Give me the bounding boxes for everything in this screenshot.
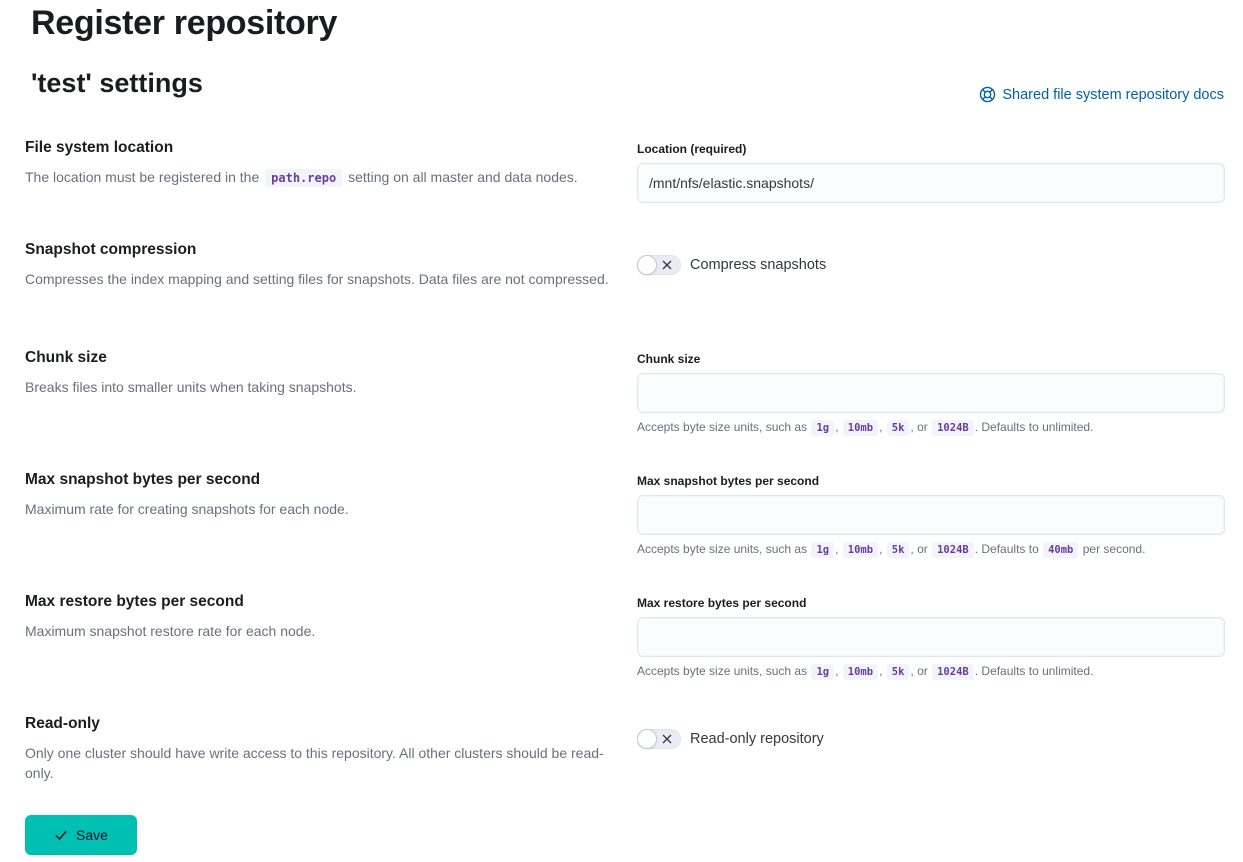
compress-snapshots-switch[interactable] — [637, 255, 681, 275]
help-or: , or — [910, 420, 928, 434]
cross-icon — [662, 734, 672, 744]
switch-knob — [637, 729, 657, 749]
switch-knob — [637, 255, 657, 275]
location-desc-after: setting on all master and data nodes. — [348, 169, 578, 185]
check-icon — [55, 831, 67, 841]
max-snapshot-description: Maximum rate for creating snapshots for … — [25, 501, 349, 517]
max-snapshot-title: Max snapshot bytes per second — [25, 471, 261, 488]
readonly-label: Read-only repository — [690, 731, 824, 747]
unit-code: 1g — [811, 664, 835, 680]
unit-code: 1024B — [932, 542, 974, 558]
compress-snapshots-toggle[interactable]: Compress snapshots — [637, 255, 1225, 275]
max-snapshot-help: Accepts byte size units, such as 1g, 10m… — [637, 541, 1225, 558]
location-title: File system location — [25, 139, 174, 156]
help-or: , or — [910, 664, 928, 678]
unit-code: 1g — [811, 420, 835, 436]
location-label: Location (required) — [637, 142, 747, 156]
help-lifebuoy-icon — [980, 86, 996, 103]
help-or: , or — [910, 542, 928, 556]
max-restore-title: Max restore bytes per second — [25, 593, 244, 610]
max-restore-help: Accepts byte size units, such as 1g, 10m… — [637, 663, 1225, 680]
unit-code: 5k — [886, 420, 910, 436]
save-button[interactable]: Save — [25, 815, 137, 855]
help-sep: , — [879, 420, 883, 434]
readonly-description: Only one cluster should have write acces… — [25, 745, 604, 781]
help-mid: . Defaults to — [974, 542, 1039, 556]
unit-code: 5k — [886, 664, 910, 680]
path-repo-code: path.repo — [265, 169, 343, 187]
help-prefix: Accepts byte size units, such as — [637, 420, 808, 434]
chunk-size-help: Accepts byte size units, such as 1g, 10m… — [637, 419, 1225, 436]
max-restore-description: Maximum snapshot restore rate for each n… — [25, 623, 316, 639]
location-desc-before: The location must be registered in the — [25, 169, 260, 185]
readonly-title: Read-only — [25, 715, 100, 732]
compression-description: Compresses the index mapping and setting… — [25, 271, 609, 287]
save-button-label: Save — [76, 827, 108, 843]
max-snapshot-input[interactable] — [637, 495, 1225, 535]
docs-link[interactable]: Shared file system repository docs — [979, 86, 1224, 103]
location-input[interactable] — [637, 163, 1225, 203]
help-prefix: Accepts byte size units, such as — [637, 664, 808, 678]
unit-code: 1024B — [932, 664, 974, 680]
location-description: The location must be registered in the p… — [25, 167, 620, 188]
chunk-size-input[interactable] — [637, 373, 1225, 413]
readonly-switch[interactable] — [637, 729, 681, 749]
default-code: 40mb — [1043, 542, 1079, 558]
unit-code: 10mb — [842, 542, 879, 558]
unit-code: 10mb — [842, 420, 879, 436]
help-sep: , — [835, 542, 839, 556]
help-suffix: . Defaults to unlimited. — [974, 420, 1094, 434]
chunk-size-label: Chunk size — [637, 352, 701, 366]
chunk-size-description: Breaks files into smaller units when tak… — [25, 379, 357, 395]
help-suffix: per second. — [1082, 542, 1146, 556]
help-prefix: Accepts byte size units, such as — [637, 542, 808, 556]
help-sep: , — [879, 664, 883, 678]
page-title: Register repository — [31, 4, 338, 42]
help-sep: , — [835, 420, 839, 434]
help-sep: , — [879, 542, 883, 556]
settings-title: 'test' settings — [31, 68, 203, 98]
unit-code: 5k — [886, 542, 910, 558]
compression-title: Snapshot compression — [25, 241, 197, 258]
docs-link-label: Shared file system repository docs — [1002, 86, 1224, 103]
unit-code: 10mb — [842, 664, 879, 680]
unit-code: 1024B — [932, 420, 974, 436]
cross-icon — [662, 260, 672, 270]
chunk-size-title: Chunk size — [25, 349, 107, 366]
compress-snapshots-label: Compress snapshots — [690, 257, 827, 273]
max-restore-label: Max restore bytes per second — [637, 596, 807, 610]
max-restore-input[interactable] — [637, 617, 1225, 657]
help-sep: , — [835, 664, 839, 678]
max-snapshot-label: Max snapshot bytes per second — [637, 474, 820, 488]
readonly-toggle[interactable]: Read-only repository — [637, 729, 1225, 749]
unit-code: 1g — [811, 542, 835, 558]
help-suffix: . Defaults to unlimited. — [974, 664, 1094, 678]
